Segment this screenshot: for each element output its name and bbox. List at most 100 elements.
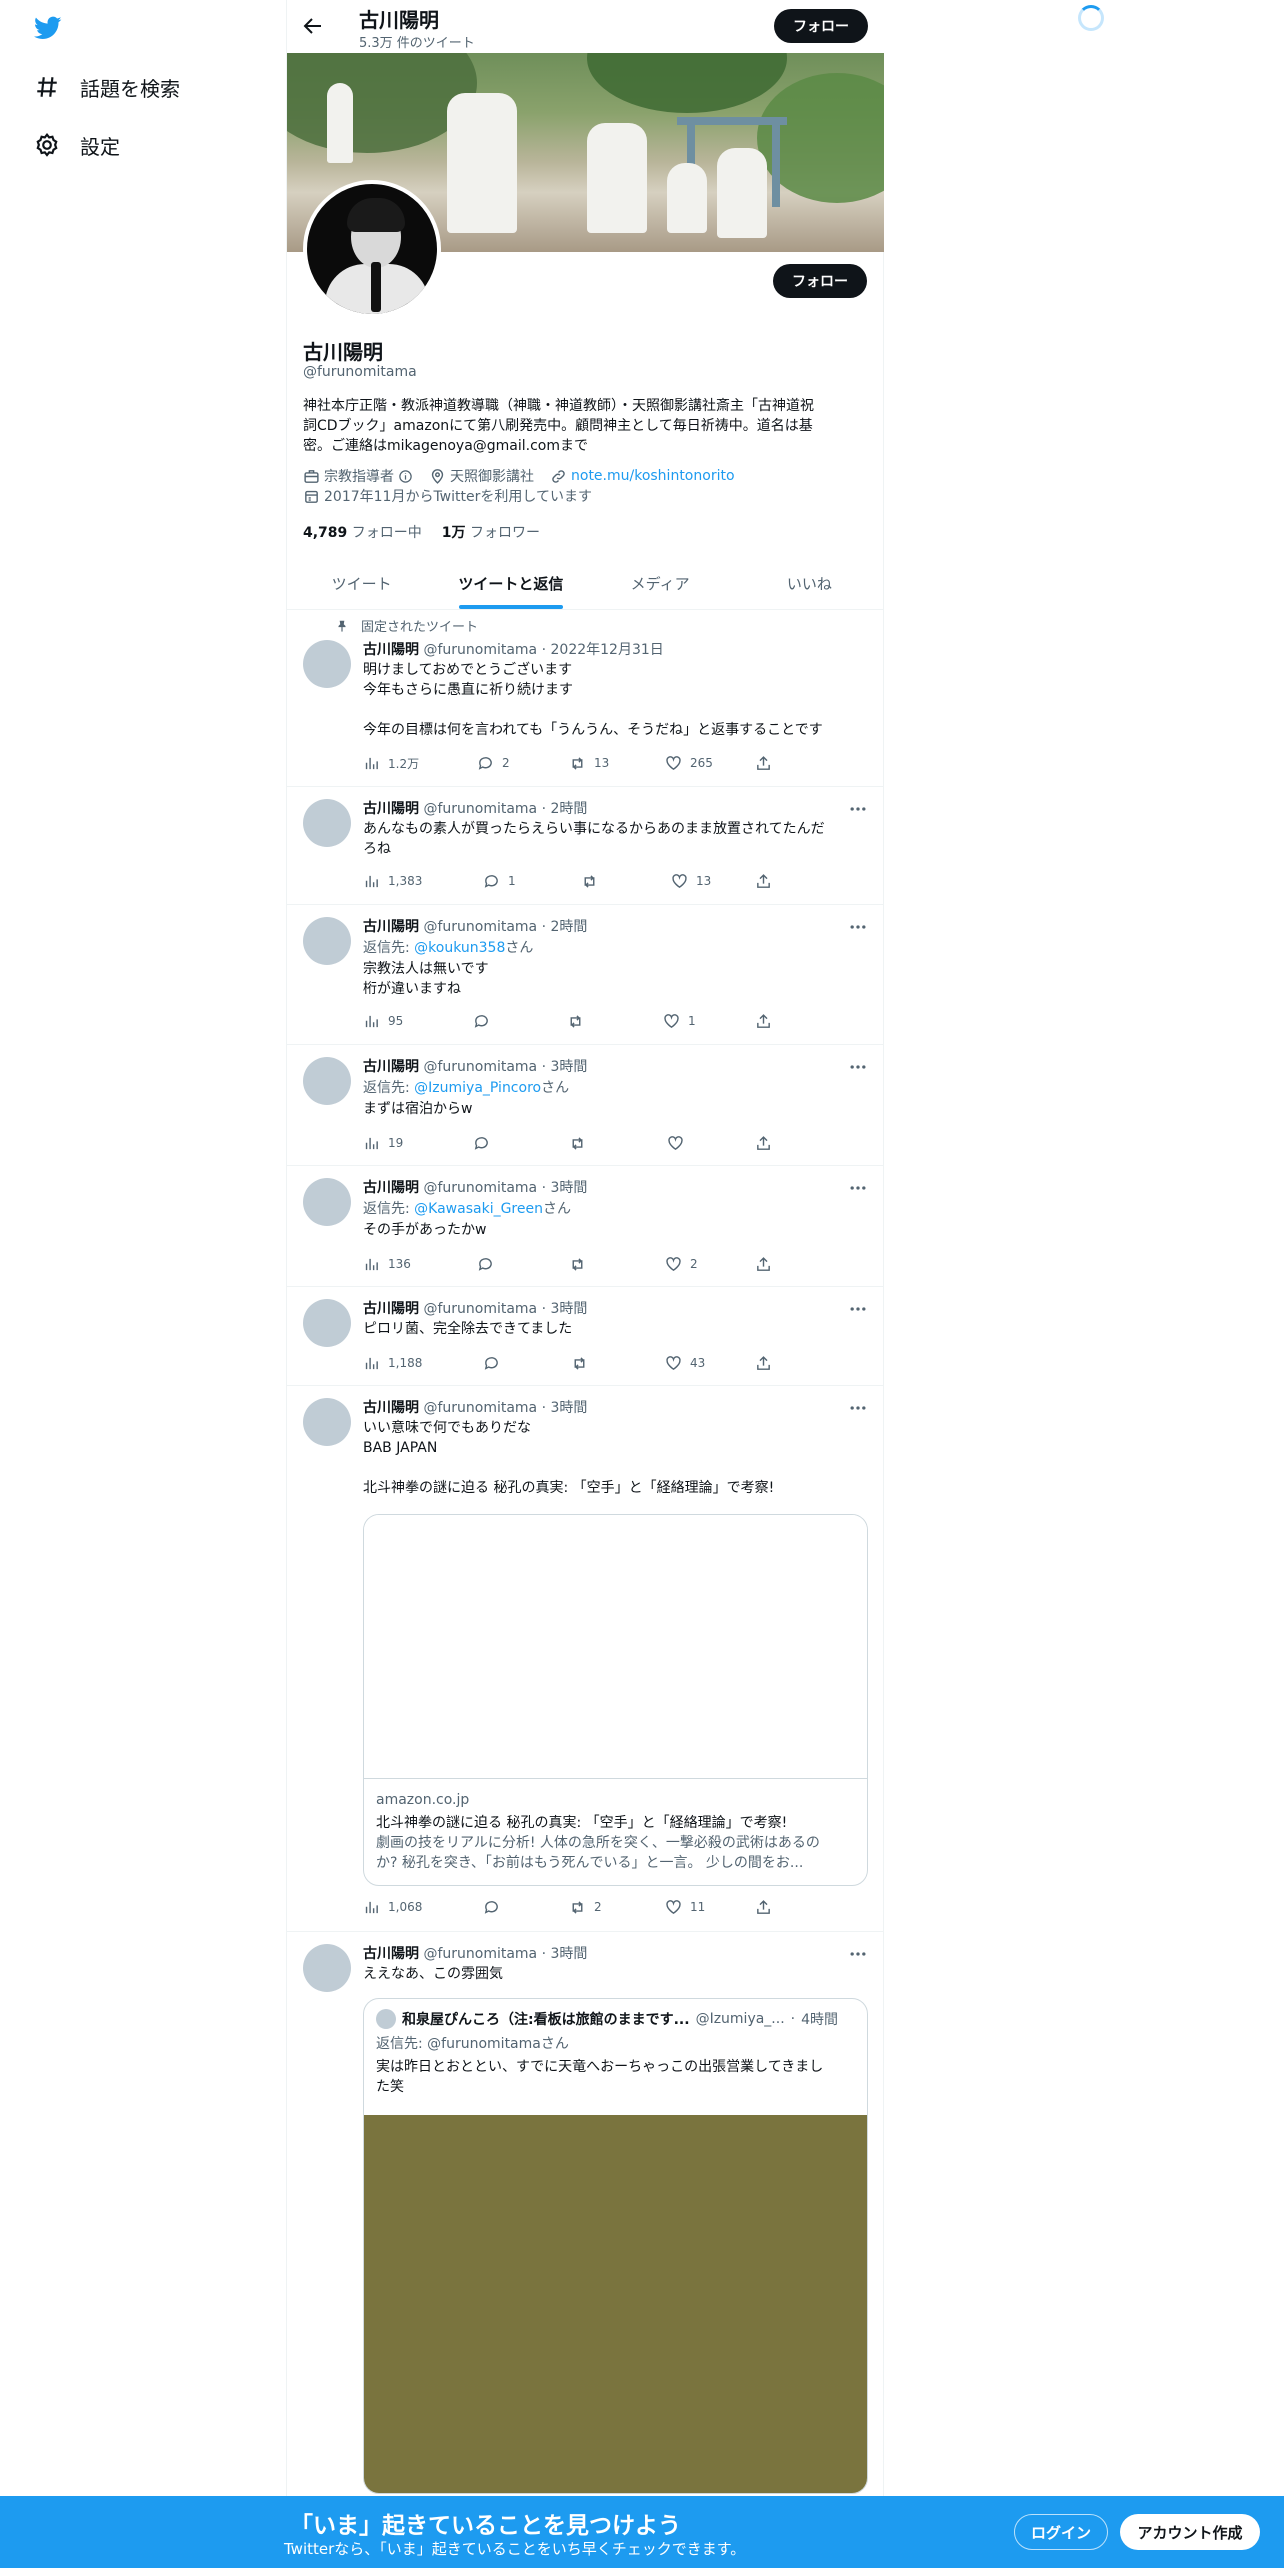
header-follow-button[interactable]: フォロー xyxy=(774,9,868,43)
reply-button[interactable] xyxy=(473,1133,498,1153)
tweet-author-name[interactable]: 古川陽明 xyxy=(363,1301,419,1317)
tweet-time[interactable]: 2時間 xyxy=(551,801,588,817)
tweet[interactable]: 古川陽明 @furunomitama · 2022年12月31日 明けましておめ… xyxy=(287,610,884,787)
tweet-avatar[interactable] xyxy=(303,799,351,847)
share-button[interactable] xyxy=(755,1011,772,1031)
share-button[interactable] xyxy=(755,871,772,891)
retweet-button[interactable] xyxy=(581,871,606,891)
tweet-time[interactable]: 3時間 xyxy=(551,1301,588,1317)
like-button[interactable] xyxy=(667,1133,692,1153)
tweet-avatar[interactable] xyxy=(303,1398,351,1446)
like-button[interactable]: 11 xyxy=(665,1897,705,1917)
twitter-bird-icon[interactable] xyxy=(32,14,64,42)
login-button[interactable]: ログイン xyxy=(1014,2514,1108,2550)
more-options-icon[interactable] xyxy=(848,1057,868,1077)
share-button[interactable] xyxy=(755,753,772,773)
retweet-button[interactable] xyxy=(569,1133,594,1153)
tab-tweets-replies[interactable]: ツイートと返信 xyxy=(436,557,585,609)
tweet-handle[interactable]: @furunomitama xyxy=(423,1400,537,1416)
tweet-avatar[interactable] xyxy=(303,1057,351,1105)
tweet-time[interactable]: 3時間 xyxy=(551,1059,588,1075)
tweet-author-name[interactable]: 古川陽明 xyxy=(363,1946,419,1962)
tweet-avatar[interactable] xyxy=(303,1299,351,1347)
retweet-button[interactable] xyxy=(567,1011,592,1031)
retweet-button[interactable]: 2 xyxy=(569,1897,602,1917)
tab-media[interactable]: メディア xyxy=(586,557,735,609)
following-link[interactable]: 4,789 フォロー中 xyxy=(303,522,422,542)
tweet-avatar[interactable] xyxy=(303,1944,351,1992)
more-options-icon[interactable] xyxy=(848,917,868,937)
share-button[interactable] xyxy=(755,1897,772,1917)
more-options-icon[interactable] xyxy=(848,1944,868,1964)
more-options-icon[interactable] xyxy=(848,1178,868,1198)
signup-button[interactable]: アカウント作成 xyxy=(1120,2514,1260,2550)
like-button[interactable]: 265 xyxy=(665,753,713,773)
tweet-handle[interactable]: @furunomitama xyxy=(423,1180,537,1196)
more-options-icon[interactable] xyxy=(848,1299,868,1319)
profile-follow-button[interactable]: フォロー xyxy=(773,264,867,298)
tweet-avatar[interactable] xyxy=(303,917,351,965)
tweet-handle[interactable]: @furunomitama xyxy=(423,1059,537,1075)
info-icon[interactable] xyxy=(398,469,413,484)
tweet[interactable]: 古川陽明 @furunomitama · 3時間 ええなあ、この雰囲気 和泉屋ぴ… xyxy=(287,1932,884,2496)
tweet[interactable]: 古川陽明 @furunomitama · 3時間 いい意味で何でもありだな BA… xyxy=(287,1386,884,1932)
tweet-time[interactable]: 3時間 xyxy=(551,1400,588,1416)
quoted-media-image[interactable] xyxy=(364,2115,867,2493)
tweet-author-name[interactable]: 古川陽明 xyxy=(363,1059,419,1075)
tweet-time[interactable]: 2022年12月31日 xyxy=(551,642,664,658)
tweet-author-name[interactable]: 古川陽明 xyxy=(363,919,419,935)
reply-button[interactable]: 2 xyxy=(477,753,510,773)
tweet[interactable]: 古川陽明 @furunomitama · 2時間 返信先: @koukun358… xyxy=(287,905,884,1045)
reply-button[interactable] xyxy=(483,1897,508,1917)
share-button[interactable] xyxy=(755,1353,772,1373)
back-arrow-icon[interactable] xyxy=(301,14,325,38)
like-button[interactable]: 43 xyxy=(665,1353,705,1373)
tweet[interactable]: 古川陽明 @furunomitama · 3時間 返信先: @Kawasaki_… xyxy=(287,1166,884,1287)
retweet-button[interactable] xyxy=(569,1254,594,1274)
tweet[interactable]: 古川陽明 @furunomitama · 2時間 あんなもの素人が買ったらえらい… xyxy=(287,787,884,905)
retweet-button[interactable]: 13 xyxy=(569,753,609,773)
reply-button[interactable] xyxy=(483,1353,508,1373)
tweet-author-name[interactable]: 古川陽明 xyxy=(363,801,419,817)
like-button[interactable]: 13 xyxy=(671,871,711,891)
reply-to-link[interactable]: @Kawasaki_Green xyxy=(414,1201,543,1217)
tweet[interactable]: 古川陽明 @furunomitama · 3時間 ピロリ菌、完全除去できてました… xyxy=(287,1287,884,1386)
tweet-time[interactable]: 3時間 xyxy=(551,1946,588,1962)
views-button[interactable]: 1,068 xyxy=(363,1897,422,1917)
reply-button[interactable] xyxy=(473,1011,498,1031)
reply-to-link[interactable]: @koukun358 xyxy=(414,940,505,956)
profile-url[interactable]: note.mu/koshintonorito xyxy=(571,468,735,484)
tweet-handle[interactable]: @furunomitama xyxy=(423,1946,537,1962)
views-button[interactable]: 19 xyxy=(363,1133,403,1153)
tweet-author-name[interactable]: 古川陽明 xyxy=(363,1400,419,1416)
nav-settings[interactable]: 設定 xyxy=(34,125,120,165)
views-button[interactable]: 95 xyxy=(363,1011,403,1031)
share-button[interactable] xyxy=(755,1254,772,1274)
like-button[interactable]: 1 xyxy=(663,1011,696,1031)
views-button[interactable]: 1,383 xyxy=(363,871,422,891)
reply-button[interactable]: 1 xyxy=(483,871,516,891)
tab-tweets[interactable]: ツイート xyxy=(287,557,436,609)
tweet-handle[interactable]: @furunomitama xyxy=(423,1301,537,1317)
tweet-author-name[interactable]: 古川陽明 xyxy=(363,642,419,658)
followers-link[interactable]: 1万 フォロワー xyxy=(442,522,540,542)
views-button[interactable]: 1,188 xyxy=(363,1353,422,1373)
quoted-tweet[interactable]: 和泉屋ぴんころ（注:看板は旅館のままです... @Izumiya_... · 4… xyxy=(363,1998,868,2494)
reply-to-link[interactable]: @Izumiya_Pincoro xyxy=(414,1080,541,1096)
tweet-author-name[interactable]: 古川陽明 xyxy=(363,1180,419,1196)
views-button[interactable]: 136 xyxy=(363,1254,411,1274)
tweet-avatar[interactable] xyxy=(303,1178,351,1226)
views-button[interactable]: 1.2万 xyxy=(363,753,419,773)
profile-avatar[interactable] xyxy=(303,180,441,318)
reply-button[interactable] xyxy=(477,1254,502,1274)
nav-explore[interactable]: 話題を検索 xyxy=(34,67,180,107)
tweet-handle[interactable]: @furunomitama xyxy=(423,642,537,658)
share-button[interactable] xyxy=(755,1133,772,1153)
like-button[interactable]: 2 xyxy=(665,1254,698,1274)
more-options-icon[interactable] xyxy=(848,1398,868,1418)
tweet[interactable]: 古川陽明 @furunomitama · 3時間 返信先: @Izumiya_P… xyxy=(287,1045,884,1166)
tweet-time[interactable]: 3時間 xyxy=(551,1180,588,1196)
more-options-icon[interactable] xyxy=(848,799,868,819)
retweet-button[interactable] xyxy=(571,1353,596,1373)
tweet-avatar[interactable] xyxy=(303,640,351,688)
